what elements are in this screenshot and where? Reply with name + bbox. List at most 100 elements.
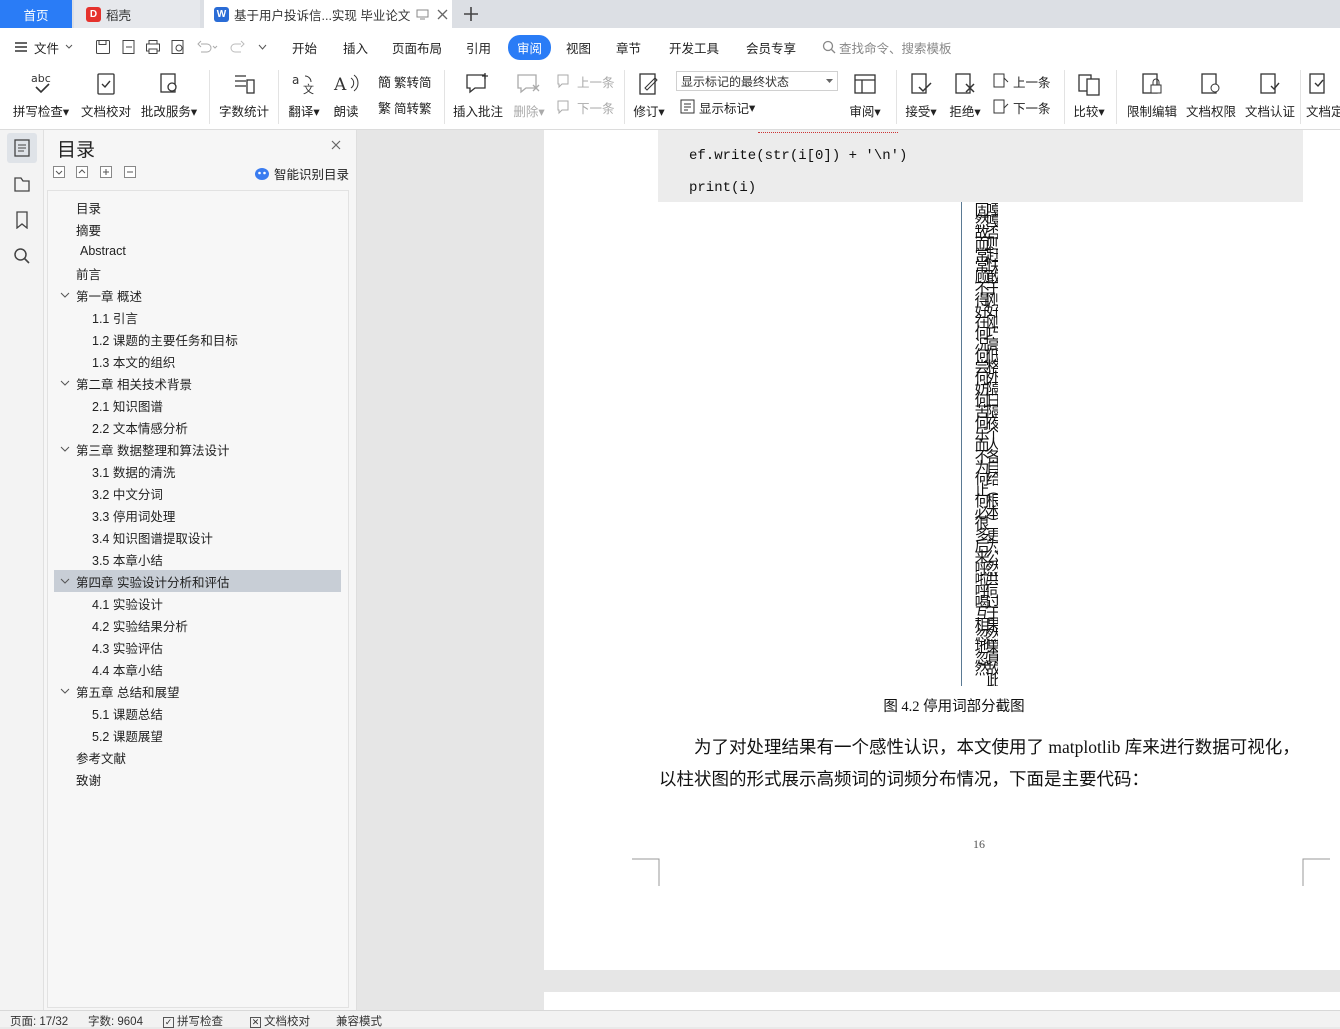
t2s-button[interactable]: 簡繁转简 (378, 70, 432, 92)
rail-search-button[interactable] (7, 241, 37, 271)
menu-page-layout[interactable]: 页面布局 (392, 28, 442, 66)
screen-icon[interactable] (416, 9, 429, 20)
print-preview-icon[interactable] (170, 39, 186, 55)
rail-navigation-button[interactable] (7, 169, 37, 199)
chevron-down-icon[interactable] (60, 291, 70, 299)
toc-item[interactable]: 1.1 引言 (92, 306, 138, 328)
restrict-edit-button[interactable]: 限制编辑 (1124, 66, 1180, 130)
show-markup-button[interactable]: 显示标记 ▾ (680, 96, 755, 118)
tab-home[interactable]: 首页 (0, 0, 72, 28)
chevron-down-icon[interactable] (60, 379, 70, 387)
delete-comment-button[interactable]: 删除▾ (508, 66, 550, 130)
document-page[interactable]: ef.write(str(i[0]) + '\n') print(i) 嘎嘎否则… (544, 130, 1340, 970)
read-aloud-button[interactable]: A 朗读 (330, 66, 362, 130)
track-changes-button[interactable]: 修订▾ (630, 66, 668, 130)
translate-button[interactable]: a文 翻译▾ (284, 66, 324, 130)
toc-item[interactable]: Abstract (80, 240, 126, 262)
menu-insert[interactable]: 插入 (343, 28, 368, 66)
menu-section[interactable]: 章节 (616, 28, 641, 66)
toc-item[interactable]: 4.1 实验设计 (92, 592, 163, 614)
spell-check-button[interactable]: abc 拼写检查▾ (10, 66, 72, 130)
toc-item[interactable]: 5.2 课题展望 (92, 724, 163, 746)
toc-item[interactable]: 3.5 本章小结 (92, 548, 163, 570)
menu-references[interactable]: 引用 (466, 28, 491, 66)
export-pdf-icon[interactable] (121, 39, 137, 55)
svg-text:a: a (292, 73, 299, 87)
toc-item[interactable]: 摘要 (76, 218, 101, 240)
insert-comment-button[interactable]: 插入批注 (452, 66, 504, 130)
prev-change-button[interactable]: 上一条 (992, 70, 1051, 92)
toc-item[interactable]: 4.2 实验结果分析 (92, 614, 188, 636)
toc-item[interactable]: 3.2 中文分词 (92, 482, 163, 504)
toc-chapter[interactable]: 第五章 总结和展望 (60, 680, 179, 702)
toc-item[interactable]: 5.1 课题总结 (92, 702, 163, 724)
toc-chapter-selected[interactable]: 第四章 实验设计分析和评估 (54, 570, 341, 592)
remove-level-icon[interactable] (124, 166, 136, 178)
toc-item[interactable]: 目录 (76, 196, 101, 218)
menu-review[interactable]: 审阅 (508, 28, 552, 66)
quick-access-dropdown-icon[interactable] (258, 44, 267, 51)
print-icon[interactable] (145, 39, 161, 55)
rail-bookmark-button[interactable] (7, 205, 37, 235)
close-pane-icon[interactable] (331, 140, 341, 150)
stopwords-screenshot: 嘎嘎否则赶快敢于刚好刚巧高低格外隔日隔夜个人各自给（根本）更为公然共同过于果然果… (961, 202, 998, 686)
next-change-button[interactable]: 下一条 (992, 96, 1051, 118)
save-icon[interactable] (95, 39, 111, 55)
chevron-down-icon[interactable] (60, 687, 70, 695)
chevron-down-icon[interactable] (60, 577, 70, 585)
next-comment-button[interactable]: 下一条 (556, 96, 615, 118)
toc-item[interactable]: 4.3 实验评估 (92, 636, 163, 658)
toc-chapter[interactable]: 第三章 数据整理和算法设计 (60, 438, 229, 460)
markup-mode-select[interactable]: 显示标记的最终状态 (676, 71, 838, 91)
accept-button[interactable]: 接受▾ (902, 66, 940, 130)
toc-item[interactable]: 参考文献 (76, 746, 126, 768)
toc-item[interactable]: 2.2 文本情感分析 (92, 416, 188, 438)
show-markup-icon (680, 99, 695, 114)
compare-button[interactable]: 比较▾ (1070, 66, 1108, 130)
toc-item-label: 3.1 数据的清洗 (92, 465, 176, 480)
toc-item[interactable]: 1.2 课题的主要任务和目标 (92, 328, 238, 350)
command-search[interactable]: 查找命令、搜索模板 (822, 28, 952, 66)
expand-up-icon[interactable] (76, 166, 88, 178)
reject-button[interactable]: 拒绝▾ (946, 66, 984, 130)
batch-service-button[interactable]: 批改服务▾ (140, 66, 198, 130)
toc-item[interactable]: 2.1 知识图谱 (92, 394, 163, 416)
doc-final-button[interactable]: 文档定 (1306, 66, 1340, 130)
menu-view[interactable]: 视图 (566, 28, 591, 66)
review-pane-button[interactable]: 审阅▾ (846, 66, 884, 130)
collapse-all-icon[interactable] (53, 166, 65, 178)
next-comment-label: 下一条 (577, 101, 615, 116)
toc-item[interactable]: 4.4 本章小结 (92, 658, 163, 680)
toc-item[interactable]: 致谢 (76, 768, 101, 790)
doc-cert-button[interactable]: 文档认证 (1243, 66, 1297, 130)
rail-toc-button[interactable] (7, 133, 37, 163)
chevron-down-icon[interactable] (60, 445, 70, 453)
toc-item[interactable]: 3.4 知识图谱提取设计 (92, 526, 213, 548)
toc-item[interactable]: 1.3 本文的组织 (92, 350, 175, 372)
toc-item[interactable]: 3.1 数据的清洗 (92, 460, 175, 482)
menu-developer[interactable]: 开发工具 (669, 28, 719, 66)
toc-item[interactable]: 3.3 停用词处理 (92, 504, 175, 526)
document-area[interactable]: ef.write(str(i[0]) + '\n') print(i) 嘎嘎否则… (357, 130, 1340, 1010)
toc-item-label: 前言 (76, 267, 102, 282)
prev-comment-button[interactable]: 上一条 (556, 70, 615, 92)
toc-chapter[interactable]: 第二章 相关技术背景 (60, 372, 192, 394)
close-tab-icon[interactable] (437, 9, 448, 20)
add-level-icon[interactable] (100, 166, 112, 178)
toc-item[interactable]: 前言 (76, 262, 101, 284)
new-tab-icon[interactable] (464, 7, 478, 21)
undo-icon[interactable] (196, 40, 220, 54)
menu-start[interactable]: 开始 (292, 28, 317, 66)
toc-chapter[interactable]: 第一章 概述 (60, 284, 142, 306)
tab-daoke[interactable]: D 稻壳 (74, 0, 200, 28)
file-menu[interactable]: 文件 (14, 28, 73, 66)
next-change-icon (993, 99, 1009, 114)
word-count-button[interactable]: 字数统计 (218, 66, 270, 130)
tab-document[interactable]: W 基于用户投诉信...实现 毕业论文 (204, 0, 452, 28)
menu-member[interactable]: 会员专享 (746, 28, 796, 66)
doc-check-button[interactable]: 文档校对 (80, 66, 132, 130)
s2t-button[interactable]: 繁简转繁 (378, 96, 432, 118)
doc-rights-button[interactable]: 文档权限 (1184, 66, 1238, 130)
smart-toc-button[interactable]: 智能识别目录 (254, 164, 349, 183)
redo-icon[interactable] (230, 40, 246, 54)
